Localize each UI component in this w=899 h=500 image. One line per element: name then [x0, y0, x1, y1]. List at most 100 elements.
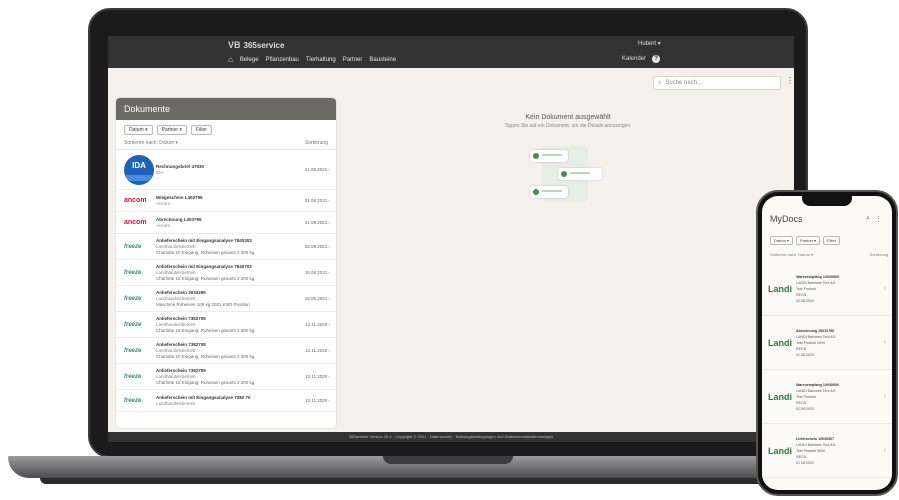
empty-state-title: Kein Dokument ausgewählt — [525, 114, 611, 121]
partner-logo: freeze — [124, 269, 142, 276]
chevron-left-icon: ‹ — [883, 447, 886, 454]
logo-cell: freeze — [124, 374, 156, 380]
nav-item-belege[interactable]: Belege — [240, 57, 259, 63]
illustration-card — [558, 168, 602, 180]
document-text: Wiegeschein L403795 Ancom — [156, 195, 301, 207]
document-detail: 01.06.2020 — [796, 352, 814, 357]
document-text: Anlieferschein 7382706 Landhandelsbetrieb… — [156, 316, 301, 334]
nav-item-partner[interactable]: Partner — [343, 57, 363, 63]
help-icon[interactable]: ? — [652, 55, 661, 63]
document-detail: 02.08.2020 — [796, 298, 814, 303]
sort-direction[interactable]: Sortierung — [870, 252, 888, 257]
logo-cell: ancom — [124, 219, 156, 226]
filter-date-button[interactable]: Datum ▾ — [770, 236, 793, 245]
document-row[interactable]: freeze Anlieferschein 7382708 Landhandelsb… — [116, 338, 336, 364]
logo-cell: ancom — [124, 197, 156, 204]
document-date: 12.11.2020 ‹ — [305, 398, 330, 403]
filter-date-button[interactable]: Datum ▾ — [124, 125, 153, 135]
document-text: Anlieferschein 7382708 Landhandelsbetrieb… — [156, 342, 301, 360]
top-navigation-bar: VB 365service ⌂ Belege Pflanzenbau Tierh… — [108, 36, 794, 68]
document-row[interactable]: freeze Anlieferschein 3034295 Landhandelsb… — [116, 286, 336, 312]
document-date: 18.08.2021 ‹ — [304, 270, 330, 275]
calendar-link[interactable]: Kalender ? — [622, 55, 661, 63]
document-detail: Charlotte 15 Eingang: Roheisen gesamt 2 … — [156, 275, 255, 281]
document-date: 18.08.2021 ‹ — [304, 296, 330, 301]
search-icon: ⌕ — [658, 80, 662, 86]
filter-button[interactable]: Filter — [190, 125, 213, 135]
nav-item-tierhaltung[interactable]: Tierhaltung — [306, 57, 336, 63]
chevron-left-icon: ‹ — [883, 285, 886, 292]
empty-state: Kein Dokument ausgewählt Tippen Sie auf … — [468, 114, 668, 129]
phone-document-row[interactable]: Landi Warenempfang 10030500 LANDI Bahnsee … — [762, 370, 892, 424]
document-text: Anlieferschein mit Eingangsanalyse 78403… — [156, 238, 301, 256]
document-date: 28.08.2021 ‹ — [304, 244, 330, 249]
document-row[interactable]: freeze Anlieferschein 7382709 Landhandelsb… — [116, 364, 336, 390]
document-detail: 01.09.2020 — [796, 406, 814, 411]
empty-illustration — [528, 144, 608, 204]
sort-direction[interactable]: Sortierung — [305, 140, 328, 146]
document-partner: Ancom — [156, 222, 171, 228]
document-row[interactable]: freeze Anlieferschein mit Eingangsanalyse… — [116, 390, 336, 412]
logo-cell: freeze — [124, 322, 156, 328]
phone-document-row[interactable]: Landi Lieferschein 10030507 LANDI Bahnsee … — [762, 424, 892, 478]
laptop-screen: VB 365service ⌂ Belege Pflanzenbau Tierh… — [108, 36, 794, 442]
sort-dropdown[interactable]: Sortieren nach: Datum ▾ — [124, 140, 178, 146]
partner-logo: Landi — [768, 445, 792, 456]
phone-document-row[interactable]: Landi Warenempfang 10030505 LANDI Bahnsee … — [762, 262, 892, 316]
partner-logo: ancom — [124, 219, 147, 226]
partner-logo: freeze — [124, 243, 142, 250]
document-text: Abrechnung L403795 Ancom — [156, 217, 301, 229]
main-nav: ⌂ Belege Pflanzenbau Tierhaltung Partner… — [228, 55, 396, 64]
document-row[interactable]: freeze Anlieferschein mit Eingangsanalyse… — [116, 260, 336, 286]
partner-logo: freeze — [124, 295, 142, 302]
home-icon[interactable]: ⌂ — [228, 55, 233, 64]
sort-row: Sortieren nach: Datum ▾ Sortierung — [116, 138, 336, 150]
document-detail: Maschine Roheisen 100 kg 2021 KW3 Positi… — [156, 301, 250, 307]
phone-sort-row: Sortieren nach: Datum ▾ Sortierung — [770, 252, 888, 257]
document-text: Rechnungsbrief 47930 IDA — [156, 164, 301, 176]
document-partner: Landhandelsbetrieb — [156, 400, 196, 406]
filter-partner-button[interactable]: Partner ▾ — [795, 236, 821, 245]
document-row[interactable]: ancom Abrechnung L403795 Ancom 31.08.2021 ‹ — [116, 212, 336, 234]
document-detail: Charlotte 15 Eingang: Roheisen gesamt 2 … — [156, 249, 255, 255]
nav-item-bausteine[interactable]: Bausteine — [369, 57, 396, 63]
partner-logo: freeze — [124, 397, 142, 404]
laptop-hinge-notch — [383, 456, 513, 464]
partner-logo: ancom — [124, 197, 147, 204]
footer: 365service Version 20.4 · Copyright © 20… — [108, 432, 794, 442]
filter-button[interactable]: Filter — [823, 236, 841, 245]
documents-panel: Dokumente Datum ▾ Partner ▾ Filter Sorti… — [116, 98, 336, 428]
nav-item-pflanzenbau[interactable]: Pflanzenbau — [266, 57, 299, 63]
document-row[interactable]: freeze Anlieferschein mit Eingangsanalyse… — [116, 234, 336, 260]
logo-cell: freeze — [124, 296, 156, 302]
chevron-left-icon: ‹ — [883, 393, 886, 400]
more-options-icon[interactable]: ⋮ — [875, 215, 882, 223]
phone-header: MyDocs ⌕ ⋮ — [762, 210, 892, 230]
search-icon[interactable]: ⌕ — [866, 215, 870, 223]
document-text: Lieferschein 10030507 LANDI Bahnsee Tent … — [796, 436, 884, 466]
laptop-foot — [40, 478, 856, 484]
user-menu[interactable]: Hubert ▾ — [638, 40, 661, 47]
search-placeholder: Suche nach... — [665, 80, 703, 86]
search-input[interactable]: ⌕ Suche nach... — [653, 76, 781, 90]
document-detail: Charlotte 15 Eingang: Roheisen gesamt 2 … — [156, 379, 255, 385]
document-row[interactable]: IDA Rechnungsbrief 47930 IDA 31.08.2021 ‹ — [116, 150, 336, 190]
filter-partner-button[interactable]: Partner ▾ — [156, 125, 187, 135]
more-options-icon[interactable]: ⋮ — [786, 76, 794, 85]
document-row[interactable]: freeze Anlieferschein 7382706 Landhandelsb… — [116, 312, 336, 338]
document-row[interactable]: ancom Wiegeschein L403795 Ancom 31.08.2021 … — [116, 190, 336, 212]
phone-document-row[interactable]: Landi Abrechnung 15010796 LANDI Bahnsee Te… — [762, 316, 892, 370]
logo-cell: freeze — [124, 270, 156, 276]
partner-logo: freeze — [124, 321, 142, 328]
brand-logo-icon: VB — [228, 40, 241, 50]
brand-name: 365service — [243, 40, 285, 50]
app-brand[interactable]: VB 365service — [228, 40, 284, 50]
logo-cell: freeze — [124, 348, 156, 354]
document-text: Warenempfang 10030505 LANDI Bahnsee Tent … — [796, 274, 884, 304]
partner-logo: freeze — [124, 373, 142, 380]
illustration-card — [530, 150, 568, 162]
logo-cell: IDA — [124, 154, 156, 185]
phone-notch — [802, 196, 852, 206]
sort-dropdown[interactable]: Sortieren nach: Datum ▾ — [770, 252, 813, 257]
device-mockup: VB 365service ⌂ Belege Pflanzenbau Tierh… — [0, 0, 899, 500]
